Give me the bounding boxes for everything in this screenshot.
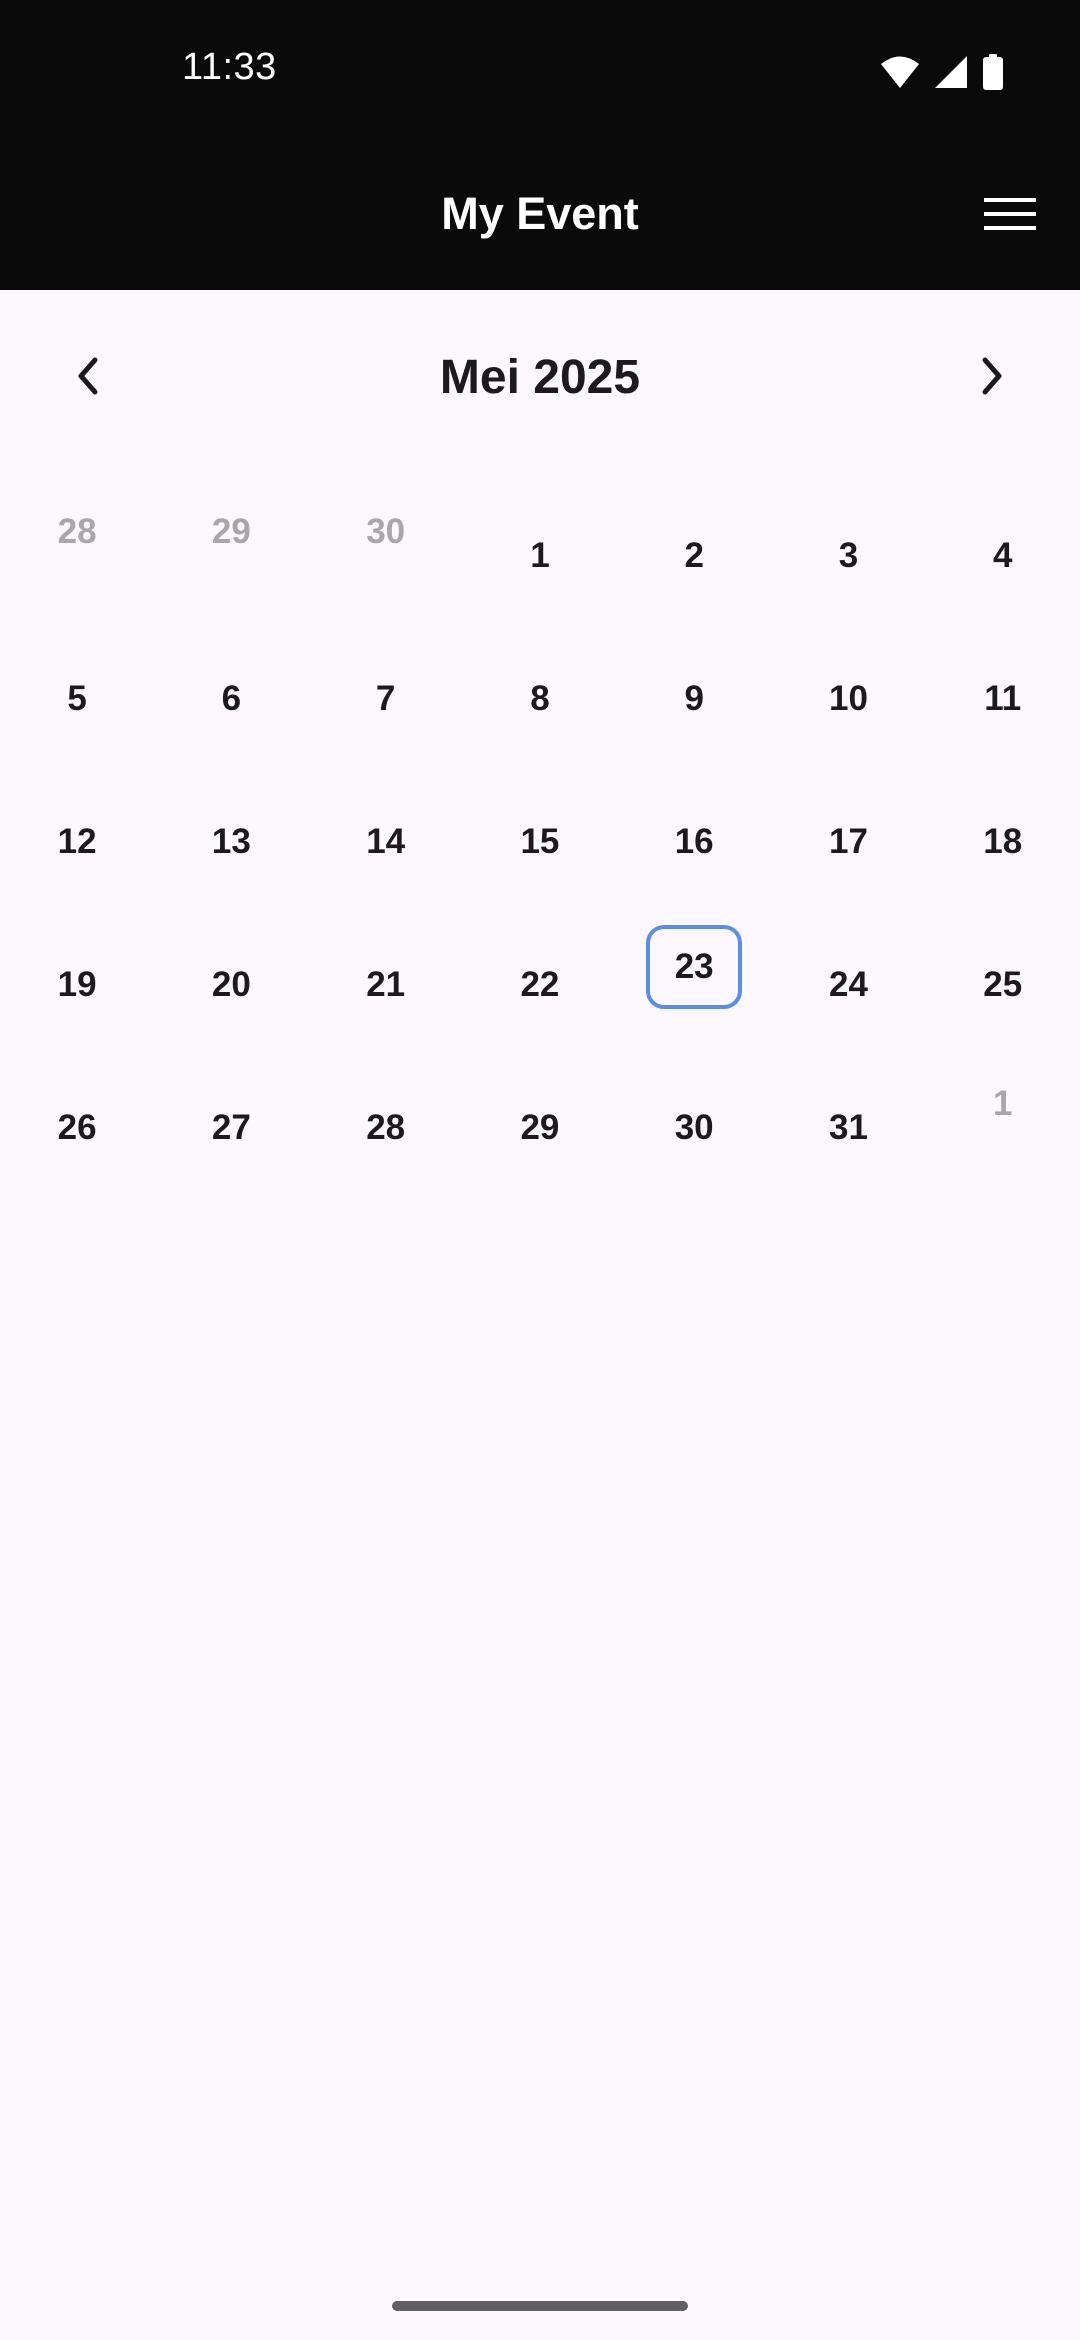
day-cell[interactable]: 26	[0, 1056, 154, 1199]
day-number: 31	[828, 1107, 868, 1147]
day-number: 1	[530, 535, 550, 575]
day-number: 4	[992, 535, 1013, 575]
app-bar: My Event	[0, 140, 1080, 290]
day-number: 7	[375, 678, 396, 718]
day-number: 23	[646, 924, 743, 1009]
day-cell[interactable]: 24	[771, 913, 925, 1056]
day-cell[interactable]: 6	[154, 627, 308, 770]
day-number: 30	[674, 1107, 714, 1147]
battery-icon	[982, 54, 1004, 90]
day-number: 19	[57, 964, 97, 1004]
calendar-week-row: 26 27 28 29 30 31 1	[0, 1056, 1080, 1199]
hamburger-menu-icon	[984, 196, 1036, 237]
calendar-week-row: 5 6 7 8 9 10 11	[0, 627, 1080, 770]
day-cell[interactable]: 19	[0, 913, 154, 1056]
day-cell[interactable]: 13	[154, 770, 308, 913]
adjacent-month-day-cell[interactable]: 30	[309, 484, 463, 627]
day-cell[interactable]: 21	[309, 913, 463, 1056]
day-number: 16	[674, 821, 714, 861]
day-number: 8	[530, 678, 550, 718]
day-number: 17	[828, 821, 868, 861]
chevron-right-icon	[977, 356, 1007, 401]
calendar-grid: 28 29 30 1 2 3 4 5 6 7 8 9 10 11 12 13 14 15 16 17 18 19 20 21 2…	[0, 484, 1080, 1199]
calendar-week-row: 19 20 21 22 23 24 25	[0, 913, 1080, 1056]
day-number: 21	[366, 964, 406, 1004]
day-number: 26	[57, 1107, 97, 1147]
day-cell[interactable]: 12	[0, 770, 154, 913]
calendar-week-row: 28 29 30 1 2 3 4	[0, 484, 1080, 627]
day-cell[interactable]: 17	[771, 770, 925, 913]
menu-button[interactable]	[974, 180, 1046, 252]
day-cell[interactable]: 31	[771, 1056, 925, 1199]
adjacent-month-day-cell[interactable]: 1	[926, 1056, 1080, 1199]
day-cell[interactable]: 15	[463, 770, 617, 913]
day-number: 28	[366, 1107, 406, 1147]
day-number: 28	[57, 512, 97, 551]
day-cell[interactable]: 10	[771, 627, 925, 770]
day-cell[interactable]: 22	[463, 913, 617, 1056]
day-number: 12	[57, 821, 97, 861]
day-cell[interactable]: 28	[309, 1056, 463, 1199]
cell-signal-icon	[934, 55, 968, 89]
day-number: 6	[221, 678, 242, 718]
day-cell[interactable]: 29	[463, 1056, 617, 1199]
day-number: 13	[211, 821, 251, 861]
day-cell[interactable]: 8	[463, 627, 617, 770]
day-number: 15	[520, 821, 560, 861]
status-time: 11:33	[182, 46, 277, 88]
month-title: Mei 2025	[439, 351, 641, 404]
calendar-week-row: 12 13 14 15 16 17 18	[0, 770, 1080, 913]
day-number: 18	[983, 821, 1023, 861]
adjacent-month-day-cell[interactable]: 28	[0, 484, 154, 627]
day-number: 20	[211, 964, 251, 1004]
day-number: 29	[520, 1107, 560, 1147]
day-cell[interactable]: 4	[926, 484, 1080, 627]
app-title: My Event	[441, 188, 639, 239]
day-cell[interactable]: 20	[154, 913, 308, 1056]
day-cell[interactable]: 18	[926, 770, 1080, 913]
day-number: 3	[838, 535, 859, 575]
day-cell[interactable]: 11	[926, 627, 1080, 770]
day-cell[interactable]: 16	[617, 770, 771, 913]
day-number: 24	[828, 964, 868, 1004]
wifi-icon	[880, 55, 920, 89]
day-number: 29	[211, 512, 251, 551]
day-number: 5	[67, 678, 87, 718]
day-cell[interactable]: 25	[926, 913, 1080, 1056]
day-cell[interactable]: 30	[617, 1056, 771, 1199]
day-number: 27	[211, 1107, 251, 1147]
day-number: 14	[366, 821, 406, 861]
day-number: 25	[983, 964, 1023, 1004]
adjacent-month-day-cell[interactable]: 29	[154, 484, 308, 627]
home-indicator[interactable]	[392, 2301, 688, 2311]
day-number: 11	[984, 678, 1022, 718]
day-number: 2	[684, 535, 704, 575]
status-icons	[880, 52, 1004, 92]
day-number: 10	[828, 678, 868, 718]
day-cell[interactable]: 2	[617, 484, 771, 627]
day-number: 22	[520, 964, 560, 1004]
day-cell[interactable]: 9	[617, 627, 771, 770]
selected-day-cell[interactable]: 23	[617, 913, 771, 1056]
day-cell[interactable]: 7	[309, 627, 463, 770]
next-month-button[interactable]	[956, 342, 1028, 414]
day-number: 1	[992, 1084, 1013, 1123]
day-cell[interactable]: 1	[463, 484, 617, 627]
status-bar: 11:33	[0, 0, 1080, 140]
day-cell[interactable]: 14	[309, 770, 463, 913]
day-cell[interactable]: 3	[771, 484, 925, 627]
day-number: 30	[366, 512, 406, 551]
day-cell[interactable]: 5	[0, 627, 154, 770]
month-header: Mei 2025	[0, 290, 1080, 466]
day-number: 9	[684, 678, 704, 718]
day-cell[interactable]: 27	[154, 1056, 308, 1199]
